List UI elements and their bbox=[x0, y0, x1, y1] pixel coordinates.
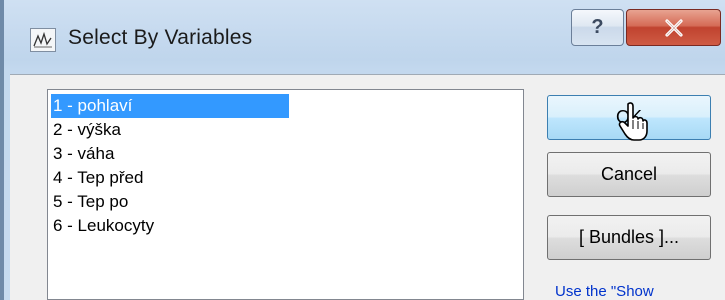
list-item-vyska[interactable]: 2 - výška bbox=[53, 118, 121, 142]
window-title: Select By Variables bbox=[68, 26, 253, 49]
variables-listbox[interactable]: 1 - pohlaví 2 - výška 3 - váha 4 - Tep p… bbox=[47, 89, 524, 300]
close-icon bbox=[665, 19, 683, 37]
bundles-button[interactable]: [ Bundles ]... bbox=[547, 215, 711, 260]
cancel-button[interactable]: Cancel bbox=[547, 152, 711, 197]
dialog-window: Select By Variables ? 1 - pohlaví 2 - vý… bbox=[0, 0, 725, 300]
title-bar[interactable]: Select By Variables ? bbox=[0, 0, 725, 74]
help-icon: ? bbox=[591, 16, 604, 38]
help-button[interactable]: ? bbox=[571, 9, 624, 46]
list-item-tep-po[interactable]: 5 - Tep po bbox=[53, 190, 128, 214]
mouse-pointer-icon bbox=[618, 102, 648, 147]
list-item-tep-pred[interactable]: 4 - Tep před bbox=[53, 166, 143, 190]
chart-icon bbox=[30, 28, 56, 52]
list-item-pohlavi[interactable]: 1 - pohlaví bbox=[51, 94, 289, 118]
list-item-leukocyty[interactable]: 6 - Leukocyty bbox=[53, 214, 154, 238]
hint-text: Use the "Show bbox=[555, 283, 654, 300]
close-button[interactable] bbox=[626, 9, 721, 46]
list-item-vaha[interactable]: 3 - váha bbox=[53, 142, 114, 166]
